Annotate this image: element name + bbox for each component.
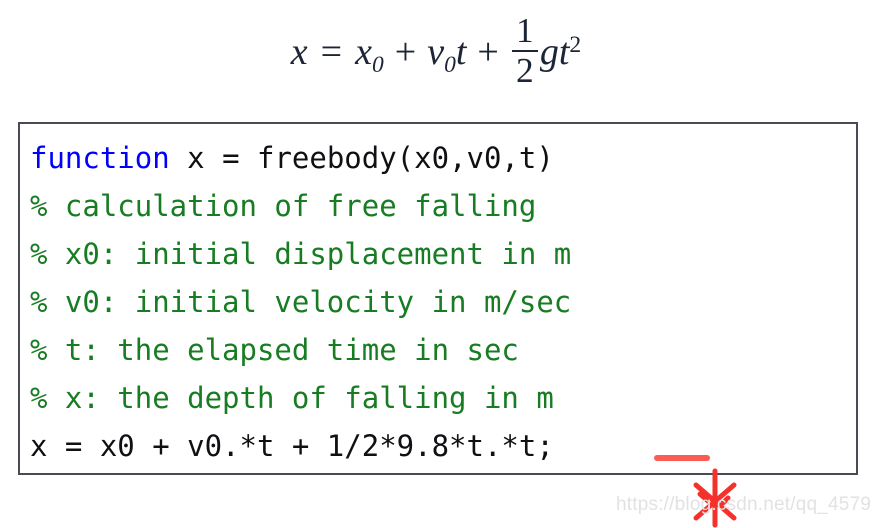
matlab-code-block[interactable]: function x = freebody(x0,v0,t) % calculat… bbox=[18, 122, 858, 475]
code-line[interactable]: % calculation of free falling bbox=[30, 182, 856, 230]
csdn-watermark: https://blog.csdn.net/qq_45793719 bbox=[616, 494, 872, 515]
term-gravity: gt2 bbox=[540, 33, 581, 71]
equals-operator: = bbox=[320, 31, 343, 73]
code-token-comment: % calculation of free falling bbox=[30, 189, 537, 223]
code-token-keyword: function bbox=[30, 141, 170, 175]
code-token-plain: x = x0 + v0.*t + 1/2*9.8*t.*t; bbox=[30, 429, 554, 463]
term-initial-velocity: v0t bbox=[427, 31, 467, 77]
code-line[interactable]: % v0: initial velocity in m/sec bbox=[30, 278, 856, 326]
code-line[interactable]: % t: the elapsed time in sec bbox=[30, 326, 856, 374]
term2-base: v bbox=[427, 31, 445, 73]
red-underline-annotation bbox=[654, 455, 710, 461]
code-line[interactable]: % x0: initial displacement in m bbox=[30, 230, 856, 278]
equation-lhs: x bbox=[290, 31, 308, 73]
time-symbol: t bbox=[558, 31, 570, 73]
code-token-comment: % t: the elapsed time in sec bbox=[30, 333, 519, 367]
plus-operator-2: + bbox=[477, 31, 499, 73]
physics-equation: x = x0 + v0t + 1 2 gt2 bbox=[290, 10, 581, 91]
one-half-fraction: 1 2 bbox=[511, 10, 538, 91]
term2-time-var: t bbox=[455, 31, 467, 73]
code-line[interactable]: function x = freebody(x0,v0,t) bbox=[30, 134, 856, 182]
term-initial-displacement: x0 bbox=[355, 31, 384, 77]
formula-container: x = x0 + v0t + 1 2 gt2 bbox=[0, 0, 872, 104]
code-line[interactable]: % x: the depth of falling in m bbox=[30, 374, 856, 422]
code-token-plain: x = freebody(x0,v0,t) bbox=[169, 141, 554, 175]
fraction-denominator: 2 bbox=[516, 51, 534, 91]
plus-operator-1: + bbox=[394, 31, 417, 73]
fraction-numerator: 1 bbox=[516, 10, 534, 50]
term1-base: x bbox=[355, 31, 372, 73]
code-token-comment: % x0: initial displacement in m bbox=[30, 237, 572, 271]
code-token-comment: % x: the depth of falling in m bbox=[30, 381, 554, 415]
term1-subscript: 0 bbox=[371, 52, 384, 78]
gravity-symbol: g bbox=[539, 31, 559, 73]
code-line[interactable]: x = x0 + v0.*t + 1/2*9.8*t.*t; bbox=[30, 422, 856, 470]
code-token-comment: % v0: initial velocity in m/sec bbox=[30, 285, 572, 319]
term2-subscript: 0 bbox=[444, 52, 456, 78]
time-exponent: 2 bbox=[569, 31, 582, 58]
